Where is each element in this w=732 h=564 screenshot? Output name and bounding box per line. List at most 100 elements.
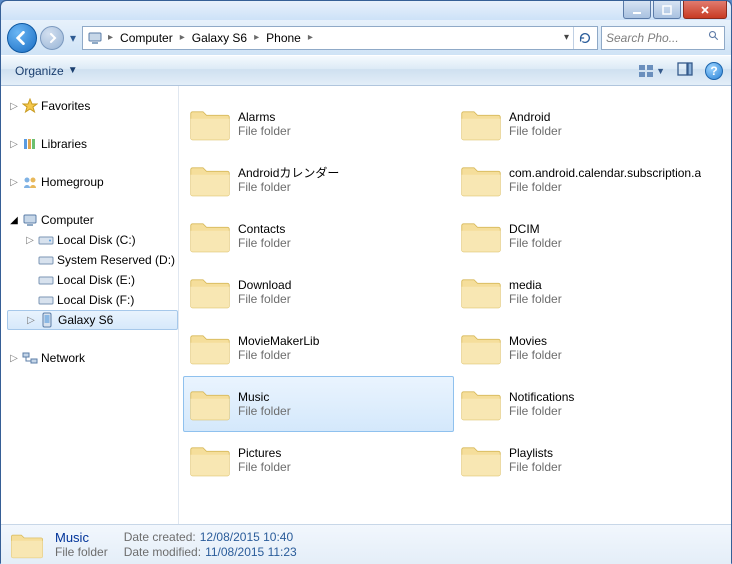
computer-icon: [22, 212, 38, 228]
folder-item[interactable]: com.android.calendar.subscription.aFile …: [454, 152, 725, 208]
maximize-button[interactable]: [653, 1, 681, 19]
minimize-button[interactable]: [623, 1, 651, 19]
breadcrumb[interactable]: Phone: [262, 31, 305, 45]
nav-computer[interactable]: ◢ Computer: [7, 210, 178, 230]
expander-icon[interactable]: ▷: [9, 101, 19, 112]
organize-menu[interactable]: Organize ▼: [9, 61, 84, 81]
folder-type: File folder: [238, 404, 291, 418]
folder-type: File folder: [509, 292, 562, 306]
star-icon: [22, 98, 38, 114]
search-icon: [708, 30, 720, 45]
date-created-value: 12/08/2015 10:40: [200, 530, 293, 544]
folder-type: File folder: [238, 292, 291, 306]
folder-item[interactable]: MovieMakerLibFile folder: [183, 320, 454, 376]
folder-name: Android: [509, 110, 562, 124]
chevron-right-icon[interactable]: ▸: [105, 32, 116, 43]
nav-network[interactable]: ▷ Network: [7, 348, 178, 368]
nav-drive[interactable]: Local Disk (E:): [7, 270, 178, 290]
nav-drive[interactable]: Local Disk (F:): [7, 290, 178, 310]
help-button[interactable]: ?: [705, 62, 723, 80]
folder-icon: [459, 440, 503, 480]
search-input[interactable]: Search Pho...: [601, 26, 725, 50]
breadcrumb[interactable]: Galaxy S6: [188, 31, 251, 45]
expander-icon[interactable]: ▷: [9, 139, 19, 150]
folder-type: File folder: [509, 124, 562, 138]
folder-type: File folder: [509, 460, 562, 474]
folder-item[interactable]: ContactsFile folder: [183, 208, 454, 264]
folder-name: Music: [238, 390, 291, 404]
folder-item[interactable]: DCIMFile folder: [454, 208, 725, 264]
nav-libraries[interactable]: ▷ Libraries: [7, 134, 178, 154]
folder-item[interactable]: AndroidFile folder: [454, 96, 725, 152]
details-name: Music: [55, 530, 108, 546]
folder-icon: [459, 104, 503, 144]
view-mode-button[interactable]: ▼: [638, 63, 665, 79]
nav-favorites[interactable]: ▷ Favorites: [7, 96, 178, 116]
chevron-right-icon[interactable]: ▸: [177, 32, 188, 43]
folder-icon: [459, 272, 503, 312]
folder-name: Androidカレンダー: [238, 166, 339, 180]
refresh-button[interactable]: [573, 27, 595, 49]
folder-name: Pictures: [238, 446, 291, 460]
folder-item[interactable]: mediaFile folder: [454, 264, 725, 320]
history-dropdown[interactable]: ▾: [67, 31, 79, 45]
folder-name: Contacts: [238, 222, 291, 236]
folder-type: File folder: [238, 124, 291, 138]
folder-icon: [459, 160, 503, 200]
folder-type: File folder: [509, 236, 562, 250]
folder-icon: [188, 216, 232, 256]
expander-icon[interactable]: ▷: [9, 177, 19, 188]
nav-homegroup[interactable]: ▷ Homegroup: [7, 172, 178, 192]
forward-button[interactable]: [40, 26, 64, 50]
back-button[interactable]: [7, 23, 37, 53]
address-row: ▾ ▸ Computer ▸ Galaxy S6 ▸ Phone ▸ ▾ Sea…: [1, 20, 731, 55]
folder-item[interactable]: AndroidカレンダーFile folder: [183, 152, 454, 208]
folder-name: com.android.calendar.subscription.a: [509, 166, 701, 180]
expander-icon[interactable]: ◢: [9, 215, 19, 226]
expander-icon[interactable]: ▷: [9, 353, 19, 364]
network-icon: [22, 350, 38, 366]
folder-item[interactable]: PicturesFile folder: [183, 432, 454, 488]
folder-item[interactable]: AlarmsFile folder: [183, 96, 454, 152]
expander-icon[interactable]: ▷: [25, 235, 35, 246]
folder-type: File folder: [238, 236, 291, 250]
folder-item[interactable]: MoviesFile folder: [454, 320, 725, 376]
folder-type: File folder: [238, 180, 339, 194]
address-bar[interactable]: ▸ Computer ▸ Galaxy S6 ▸ Phone ▸ ▾: [82, 26, 598, 50]
folder-name: DCIM: [509, 222, 562, 236]
folder-item[interactable]: NotificationsFile folder: [454, 376, 725, 432]
folder-type: File folder: [509, 404, 574, 418]
folder-item[interactable]: MusicFile folder: [183, 376, 454, 432]
nav-device-galaxy-s6[interactable]: ▷ Galaxy S6: [7, 310, 178, 330]
nav-drive[interactable]: System Reserved (D:): [7, 250, 178, 270]
date-modified-label: Date modified:: [124, 545, 201, 559]
nav-drive[interactable]: ▷ Local Disk (C:): [7, 230, 178, 250]
folder-icon: [188, 104, 232, 144]
titlebar: [1, 1, 731, 20]
folder-item[interactable]: PlaylistsFile folder: [454, 432, 725, 488]
chevron-right-icon[interactable]: ▸: [305, 32, 316, 43]
toolbar: Organize ▼ ▼ ?: [1, 55, 731, 86]
folder-type: File folder: [509, 348, 562, 362]
date-created-label: Date created:: [124, 530, 196, 544]
folder-name: Download: [238, 278, 291, 292]
folder-icon: [188, 384, 232, 424]
breadcrumb[interactable]: Computer: [116, 31, 177, 45]
computer-icon: [87, 30, 103, 46]
folder-name: Playlists: [509, 446, 562, 460]
preview-pane-button[interactable]: [677, 61, 693, 80]
expander-icon[interactable]: ▷: [26, 315, 36, 326]
folder-name: Alarms: [238, 110, 291, 124]
address-dropdown[interactable]: ▾: [560, 32, 573, 43]
file-list: AlarmsFile folderAndroidFile folderAndro…: [179, 86, 731, 524]
folder-type: File folder: [238, 348, 319, 362]
folder-icon: [9, 529, 45, 561]
folder-icon: [188, 440, 232, 480]
folder-item[interactable]: DownloadFile folder: [183, 264, 454, 320]
close-button[interactable]: [683, 1, 727, 19]
drive-icon: [38, 292, 54, 308]
folder-name: media: [509, 278, 562, 292]
libraries-icon: [22, 136, 38, 152]
chevron-right-icon[interactable]: ▸: [251, 32, 262, 43]
search-placeholder: Search Pho...: [606, 31, 679, 45]
